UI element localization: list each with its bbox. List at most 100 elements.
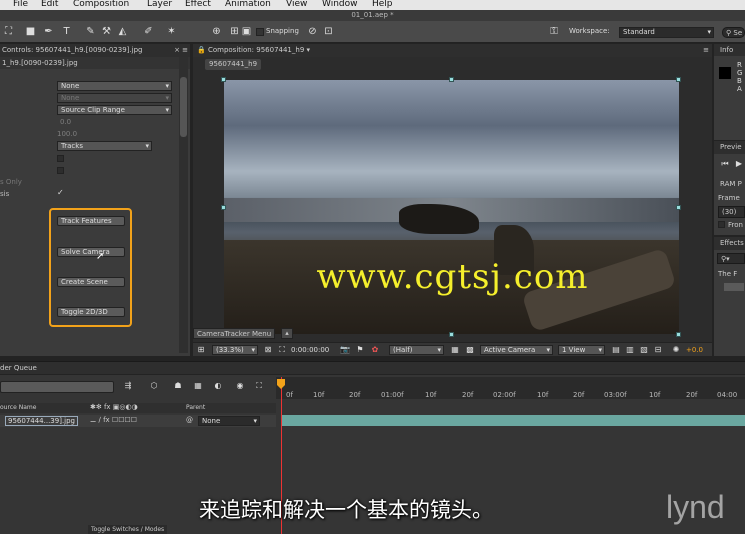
eraser-tool-icon[interactable]: ◭	[116, 25, 129, 38]
effect-controls-scrollbar[interactable]	[179, 57, 188, 353]
motion-blur-icon[interactable]: ◐	[212, 381, 224, 391]
exposure-value[interactable]: +0.0	[686, 346, 703, 354]
layer-name[interactable]: 95607444...39].jpg	[5, 416, 78, 426]
grid-icon[interactable]: ⊠	[263, 345, 273, 355]
create-scene-button[interactable]: Create Scene	[57, 277, 125, 287]
fast-preview-icon[interactable]: ▥	[625, 345, 635, 355]
transform-handle[interactable]	[676, 332, 681, 337]
render-queue-tab[interactable]: der Queue	[0, 364, 37, 372]
transform-handle[interactable]	[676, 77, 681, 82]
option-checkbox-1[interactable]	[57, 155, 64, 162]
transform-handle[interactable]	[449, 77, 454, 82]
snapshot-icon[interactable]: 📷	[340, 345, 350, 355]
current-time[interactable]: 0:00:00:00	[291, 346, 329, 354]
frame-rate-input[interactable]: (30)	[718, 206, 745, 218]
panel-menu-icon[interactable]: ≡	[182, 44, 188, 57]
value-end[interactable]: 100.0	[57, 130, 77, 138]
view-layout-dropdown[interactable]: 1 View	[558, 345, 605, 355]
snapping-checkbox[interactable]	[256, 28, 264, 36]
parent-header[interactable]: Parent	[186, 404, 205, 411]
brainstorm-icon[interactable]: ⛶	[253, 381, 265, 391]
pen-tool-icon[interactable]: ✒	[42, 25, 55, 38]
snap-extent-icon[interactable]: ⊡	[322, 25, 335, 38]
snap-feather-icon[interactable]: ⊘	[306, 25, 319, 38]
solve-range-dropdown[interactable]: Source Clip Range	[57, 105, 172, 115]
camera-view-dropdown[interactable]: Active Camera	[480, 345, 553, 355]
effects-search-input[interactable]: ⚲▾	[717, 253, 745, 264]
panel-menu-icon[interactable]: ≡	[703, 44, 709, 57]
track-features-button[interactable]: Track Features	[57, 216, 125, 226]
workspace-dropdown[interactable]: Standard	[619, 27, 714, 38]
cameratracker-menu-button[interactable]: CameraTracker Menu	[193, 328, 276, 339]
timeline-icon[interactable]: ▧	[639, 345, 649, 355]
pickwhip-icon[interactable]: @	[186, 416, 193, 424]
checkmark-icon[interactable]: ✓	[57, 188, 64, 197]
puppet-tool-icon[interactable]: ✶	[165, 25, 178, 38]
rectangle-tool-icon[interactable]: ■	[24, 25, 37, 38]
transform-handle[interactable]	[449, 332, 454, 337]
effect-controls-tab[interactable]: Controls: 95607441_h9.[0090-0239].jpg × ≡	[0, 44, 190, 57]
menu-composition[interactable]: Composition	[73, 0, 129, 9]
effect-preset-item[interactable]	[724, 283, 744, 291]
menu-view[interactable]: View	[286, 0, 307, 9]
magnification-dropdown[interactable]: (33.3%)	[212, 345, 258, 355]
frame-blending-icon[interactable]: ▦	[192, 381, 204, 391]
toggle-2d-3d-button[interactable]: Toggle 2D/3D	[57, 307, 125, 317]
menu-effect[interactable]: Effect	[185, 0, 211, 9]
menu-animation[interactable]: Animation	[225, 0, 271, 9]
timeline-layer-row[interactable]: 95607444...39].jpg ⚊ ∕ fx ☐☐☐☐ @ None	[0, 415, 276, 427]
comp-sub-tab[interactable]: 95607441_h9	[205, 59, 262, 70]
target-dropdown[interactable]: None	[57, 93, 172, 103]
preview-tab[interactable]: Previe	[714, 141, 745, 154]
expand-icon[interactable]: ▴	[281, 328, 293, 339]
transform-handle[interactable]	[676, 205, 681, 210]
resolution-dropdown[interactable]: (Half)	[389, 345, 444, 355]
source-name-header[interactable]: ource Name	[0, 404, 36, 411]
clone-tool-icon[interactable]: ⚒	[100, 25, 113, 38]
menu-edit[interactable]: Edit	[41, 0, 58, 9]
view-axis-icon[interactable]: ▣	[240, 25, 253, 38]
local-axis-icon[interactable]: ⊕	[210, 25, 223, 38]
timeline-search-input[interactable]	[0, 381, 114, 393]
composition-tab[interactable]: 🔒 Composition: 95607441_h9 ▾ ≡	[193, 44, 712, 57]
shy-icon[interactable]: ☗	[172, 381, 184, 391]
composition-mini-flowchart-icon[interactable]: ⇶	[121, 381, 135, 391]
menu-help[interactable]: Help	[372, 0, 393, 9]
flowchart-icon[interactable]: ⊟	[653, 345, 663, 355]
layer-switches-icons[interactable]: ⚊ ∕ fx ☐☐☐☐	[90, 416, 137, 424]
search-help-input[interactable]: ⚲ Se	[722, 27, 745, 38]
orbit-tool-icon[interactable]: ⛶	[2, 25, 15, 38]
draft-3d-icon[interactable]: ⬡	[148, 381, 160, 391]
layer-duration-bar[interactable]	[282, 415, 745, 426]
shadow-tracks-dropdown[interactable]: Tracks	[57, 141, 152, 151]
solve-camera-button[interactable]: Solve Camera	[57, 247, 125, 257]
menu-window[interactable]: Window	[322, 0, 358, 9]
track-point-dropdown[interactable]: None	[57, 81, 172, 91]
effects-category[interactable]: The F	[718, 270, 737, 278]
option-checkbox-2[interactable]	[57, 167, 64, 174]
transform-handle[interactable]	[221, 205, 226, 210]
roi-icon[interactable]: ▦	[450, 345, 460, 355]
brush-tool-icon[interactable]: ✎	[84, 25, 97, 38]
channel-icon[interactable]: ✿	[370, 345, 380, 355]
play-icon[interactable]: ▶	[734, 159, 744, 169]
view-options-icon[interactable]: ⊞	[196, 345, 206, 355]
first-frame-icon[interactable]: ⏮	[720, 159, 730, 169]
from-current-checkbox[interactable]	[718, 221, 725, 228]
transform-handle[interactable]	[221, 77, 226, 82]
region-icon[interactable]: ⛶	[277, 345, 287, 355]
value-start[interactable]: 0.0	[60, 118, 71, 126]
graph-editor-icon[interactable]: ◉	[234, 381, 246, 391]
toggle-pixel-icon[interactable]: ▤	[611, 345, 621, 355]
info-tab[interactable]: Info	[714, 44, 745, 56]
menu-file[interactable]: File	[13, 0, 28, 9]
exposure-icon[interactable]: ✺	[671, 345, 681, 355]
toggle-switches-modes-button[interactable]: Toggle Switches / Modes	[88, 525, 168, 534]
close-icon[interactable]: ×	[174, 44, 180, 57]
show-snapshot-icon[interactable]: ⚑	[355, 345, 365, 355]
lock-icon[interactable]: 🔒	[197, 46, 206, 54]
roto-brush-icon[interactable]: ✐	[142, 25, 155, 38]
text-tool-icon[interactable]: T	[60, 25, 73, 38]
menu-layer[interactable]: Layer	[147, 0, 172, 9]
parent-dropdown[interactable]: None	[198, 416, 260, 426]
